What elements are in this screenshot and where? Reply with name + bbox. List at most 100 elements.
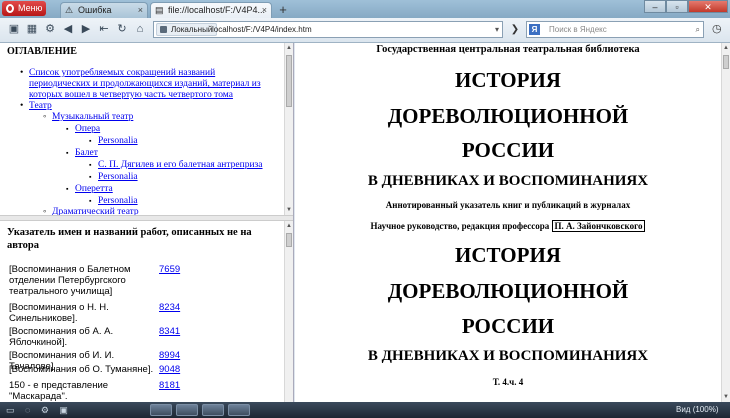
lead-prefix: Научное руководство, редакция профессора bbox=[370, 221, 550, 231]
close-window-icon[interactable]: ✕ bbox=[688, 0, 728, 13]
lead-name: П. А. Зайончковского bbox=[551, 220, 646, 232]
toc-scrollbar[interactable]: ▲ ▼ bbox=[284, 43, 293, 215]
toc-frame: ОГЛАВЛЕНИЕ Список употребляемых сокращен… bbox=[0, 43, 282, 215]
close-tab-icon[interactable]: × bbox=[138, 3, 143, 18]
document-scrollbar[interactable]: ▲ ▼ bbox=[721, 43, 730, 402]
scroll-up-icon[interactable]: ▲ bbox=[285, 222, 293, 230]
frame-splitter[interactable] bbox=[0, 215, 293, 221]
close-tab-icon[interactable]: × bbox=[262, 3, 267, 18]
index-link[interactable]: 8994 bbox=[159, 350, 180, 361]
toc-link[interactable]: С. П. Дягилев и его балетная антреприза bbox=[98, 160, 263, 170]
toc-link[interactable]: Музыкальный театр bbox=[52, 112, 133, 122]
opera-logo-icon bbox=[6, 4, 14, 13]
index-scrollbar[interactable]: ▲ bbox=[284, 221, 293, 402]
maximize-icon[interactable]: ▫ bbox=[666, 0, 688, 13]
title-line: ИСТОРИЯ bbox=[455, 243, 561, 267]
tab-index[interactable]: ▤ file://localhost/F:/V4P4... × bbox=[150, 2, 272, 18]
title-line: ИСТОРИЯ bbox=[455, 68, 561, 92]
toc-link[interactable]: Personalia bbox=[98, 196, 138, 206]
toc-item[interactable]: Personalia bbox=[89, 196, 138, 207]
index-name: [Воспоминания об О. Туманяне]. bbox=[9, 364, 154, 375]
tab-error[interactable]: ⚠ Ошибка × bbox=[60, 2, 148, 18]
title-line: ДОРЕВОЛЮЦИОННОЙ bbox=[387, 279, 629, 303]
reload-icon[interactable]: ↻ bbox=[114, 21, 130, 37]
back-icon[interactable]: ◀ bbox=[60, 21, 76, 37]
taskbar-button[interactable] bbox=[202, 404, 224, 416]
subtitle: В ДНЕВНИКАХ И ВОСПОМИНАНИЯХ bbox=[367, 173, 649, 189]
home-icon[interactable]: ⌂ bbox=[132, 21, 148, 37]
page-icon: ▤ bbox=[155, 5, 164, 15]
title-line: ДОРЕВОЛЮЦИОННОЙ bbox=[387, 104, 629, 128]
index-link[interactable]: 9048 bbox=[159, 364, 180, 375]
title-line: РОССИИ bbox=[461, 314, 555, 338]
index-link[interactable]: 7659 bbox=[159, 264, 180, 275]
subtitle: В ДНЕВНИКАХ И ВОСПОМИНАНИЯХ bbox=[367, 348, 649, 364]
title-line: РОССИИ bbox=[461, 138, 555, 162]
toc-link[interactable]: Балет bbox=[75, 148, 98, 158]
tools-icon[interactable]: ⚙ bbox=[42, 21, 58, 37]
tab-label: file://localhost/F:/V4P4... bbox=[168, 5, 266, 15]
document-frame: Государственная центральная театральная … bbox=[295, 43, 730, 402]
forward-icon[interactable]: ▶ bbox=[78, 21, 94, 37]
local-file-icon bbox=[160, 26, 167, 33]
toc-item[interactable]: Драматический театр bbox=[43, 207, 139, 215]
rewind-icon[interactable]: ⇤ bbox=[96, 21, 112, 37]
toc-item[interactable]: Personalia bbox=[89, 136, 138, 147]
taskbar: ▭ ◌ ⚙ ▣ Вид (100%) bbox=[0, 402, 730, 418]
index-link[interactable]: 8181 bbox=[159, 380, 180, 391]
zoom-level[interactable]: Вид (100%) bbox=[676, 405, 718, 414]
address-bar[interactable]: Локальный localhost/F:/V4P4/index.htm ▾ bbox=[153, 21, 503, 38]
go-button[interactable]: ❯ bbox=[508, 21, 522, 38]
index-name: 150 - е представление "Маскарада". bbox=[9, 380, 109, 402]
chevron-down-icon[interactable]: ▾ bbox=[495, 22, 499, 37]
toc-link[interactable]: Театр bbox=[29, 101, 52, 111]
toc-item[interactable]: Оперетта bbox=[66, 184, 113, 195]
taskbar-button[interactable] bbox=[176, 404, 198, 416]
toc-item[interactable]: Музыкальный театр bbox=[43, 112, 133, 123]
index-link[interactable]: 8341 bbox=[159, 326, 180, 337]
index-name: [Воспоминания о Н. Н. Синельникове]. bbox=[9, 302, 109, 324]
opera-menu-button[interactable]: Меню bbox=[2, 1, 46, 16]
save-icon[interactable]: ▣ bbox=[6, 21, 22, 37]
page-menu-icon[interactable]: ▦ bbox=[24, 21, 40, 37]
taskbar-button[interactable] bbox=[150, 404, 172, 416]
local-badge-label: Локальный bbox=[171, 25, 213, 34]
toc-item[interactable]: Балет bbox=[66, 148, 98, 159]
taskbar-button[interactable] bbox=[228, 404, 250, 416]
toc-item[interactable]: Театр bbox=[20, 101, 52, 112]
volume-label: Т. 4.ч. 4 bbox=[492, 377, 524, 387]
scroll-down-icon[interactable]: ▼ bbox=[285, 206, 293, 214]
scroll-thumb[interactable] bbox=[286, 233, 292, 247]
toc-link[interactable]: Personalia bbox=[98, 172, 138, 182]
index-link[interactable]: 8234 bbox=[159, 302, 180, 313]
tab-label: Ошибка bbox=[78, 5, 112, 15]
navigation-toolbar: ▣ ▦ ⚙ ◀ ▶ ⇤ ↻ ⌂ Локальный localhost/F:/V… bbox=[0, 18, 730, 43]
toc-link[interactable]: Драматический театр bbox=[52, 207, 139, 215]
index-name: [Воспоминания о Балетном отделении Петер… bbox=[9, 264, 131, 297]
toc-link[interactable]: Список употребляемых сокращений названий… bbox=[29, 68, 261, 100]
new-tab-button[interactable]: + bbox=[276, 3, 290, 16]
toc-item[interactable]: Список употребляемых сокращений названий… bbox=[20, 68, 277, 101]
toc-item[interactable]: Personalia bbox=[89, 172, 138, 183]
toc-item[interactable]: Опера bbox=[66, 124, 100, 135]
warning-icon: ⚠ bbox=[65, 5, 74, 15]
scroll-thumb[interactable] bbox=[286, 55, 292, 107]
search-input[interactable]: Я Поиск в Яндекс ⌕ bbox=[526, 21, 704, 38]
scroll-up-icon[interactable]: ▲ bbox=[722, 44, 730, 52]
index-name: [Воспоминания об А. А. Яблочкиной]. bbox=[9, 326, 114, 348]
scroll-down-icon[interactable]: ▼ bbox=[722, 393, 730, 401]
library-name: Государственная центральная театральная … bbox=[376, 44, 640, 55]
toc-link[interactable]: Оперетта bbox=[75, 184, 113, 194]
scroll-up-icon[interactable]: ▲ bbox=[285, 44, 293, 52]
toc-link[interactable]: Опера bbox=[75, 124, 100, 134]
status-icons: ▭ ◌ ⚙ ▣ bbox=[6, 405, 72, 415]
scroll-thumb[interactable] bbox=[723, 55, 729, 69]
speed-dial-icon[interactable]: ◷ bbox=[712, 21, 726, 37]
local-badge: Локальный bbox=[156, 23, 218, 36]
toc-item[interactable]: С. П. Дягилев и его балетная антреприза bbox=[89, 160, 263, 171]
toc-link[interactable]: Personalia bbox=[98, 136, 138, 146]
search-icon[interactable]: ⌕ bbox=[696, 22, 700, 37]
yandex-engine-icon[interactable]: Я bbox=[529, 24, 540, 35]
tab-bar: Меню ⚠ Ошибка × ▤ file://localhost/F:/V4… bbox=[0, 0, 730, 18]
minimize-icon[interactable]: – bbox=[644, 0, 666, 13]
